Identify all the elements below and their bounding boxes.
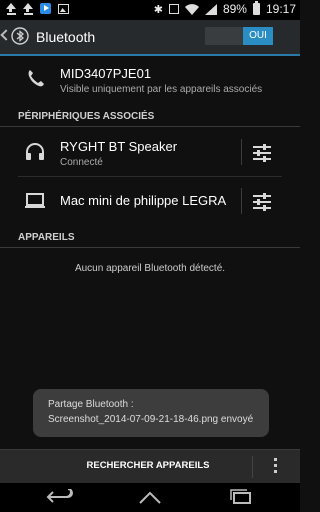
toast: Partage Bluetooth : Screenshot_2014-07-0…: [33, 389, 269, 437]
toast-line-2: Screenshot_2014-07-09-21-18-46.png envoy…: [48, 414, 254, 425]
empty-message: Aucun appareil Bluetooth détecté.: [74, 263, 226, 274]
laptop-icon: [25, 193, 45, 208]
section-header-paired: PÉRIPHÉRIQUES ASSOCIÉS: [18, 111, 155, 122]
back-chevron-icon[interactable]: [0, 29, 12, 41]
battery-percent: 89%: [222, 2, 247, 16]
device-name[interactable]: MID3407PJE01: [60, 66, 151, 81]
paired-device-name[interactable]: RYGHT BT Speaker: [60, 139, 177, 154]
vibrate-icon: [168, 4, 179, 14]
image-icon: [58, 4, 69, 14]
divider: [0, 247, 300, 248]
toast-line-1: Partage Bluetooth :: [48, 399, 134, 410]
status-bar: ✱ 89% 19:17: [0, 0, 300, 20]
play-store-icon: [40, 3, 51, 14]
paired-device-status: Connecté: [60, 157, 103, 168]
headphones-icon: [26, 143, 44, 160]
home-icon[interactable]: [136, 489, 164, 505]
bluetooth-toggle[interactable]: OUI: [205, 27, 273, 45]
phone-icon: [28, 70, 44, 87]
bluetooth-icon[interactable]: [11, 27, 29, 45]
battery-icon: [252, 1, 260, 15]
device-settings-icon[interactable]: [248, 188, 276, 216]
clock: 19:17: [265, 2, 296, 16]
section-header-available: APPAREILS: [18, 232, 75, 243]
paired-device-name[interactable]: Mac mini de philippe LEGRA: [60, 193, 226, 208]
device-settings-icon[interactable]: [248, 139, 276, 167]
scan-devices-button[interactable]: RECHERCHER APPAREILS: [70, 460, 226, 471]
bottom-action-bar: RECHERCHER APPAREILS: [0, 449, 300, 484]
notification-icons: [6, 3, 69, 15]
divider: [0, 126, 300, 127]
upload-icon: [23, 3, 33, 15]
overflow-menu-icon[interactable]: [274, 458, 278, 476]
upload-icon: [6, 3, 16, 15]
recent-apps-icon[interactable]: [228, 489, 254, 505]
page-title: Bluetooth: [36, 29, 96, 45]
navigation-bar: [0, 483, 300, 512]
toggle-on-label: OUI: [243, 27, 273, 45]
back-icon[interactable]: [46, 489, 74, 505]
system-icons: ✱ 89% 19:17: [153, 1, 296, 16]
action-bar: Bluetooth OUI: [0, 20, 300, 56]
bluetooth-status-icon: ✱: [153, 3, 163, 16]
divider: [241, 139, 242, 165]
wifi-icon: [184, 4, 199, 15]
device-visibility: Visible uniquement par les appareils ass…: [60, 84, 263, 95]
divider: [241, 188, 242, 214]
divider: [252, 456, 253, 478]
divider: [18, 176, 282, 177]
signal-icon: [204, 3, 217, 15]
